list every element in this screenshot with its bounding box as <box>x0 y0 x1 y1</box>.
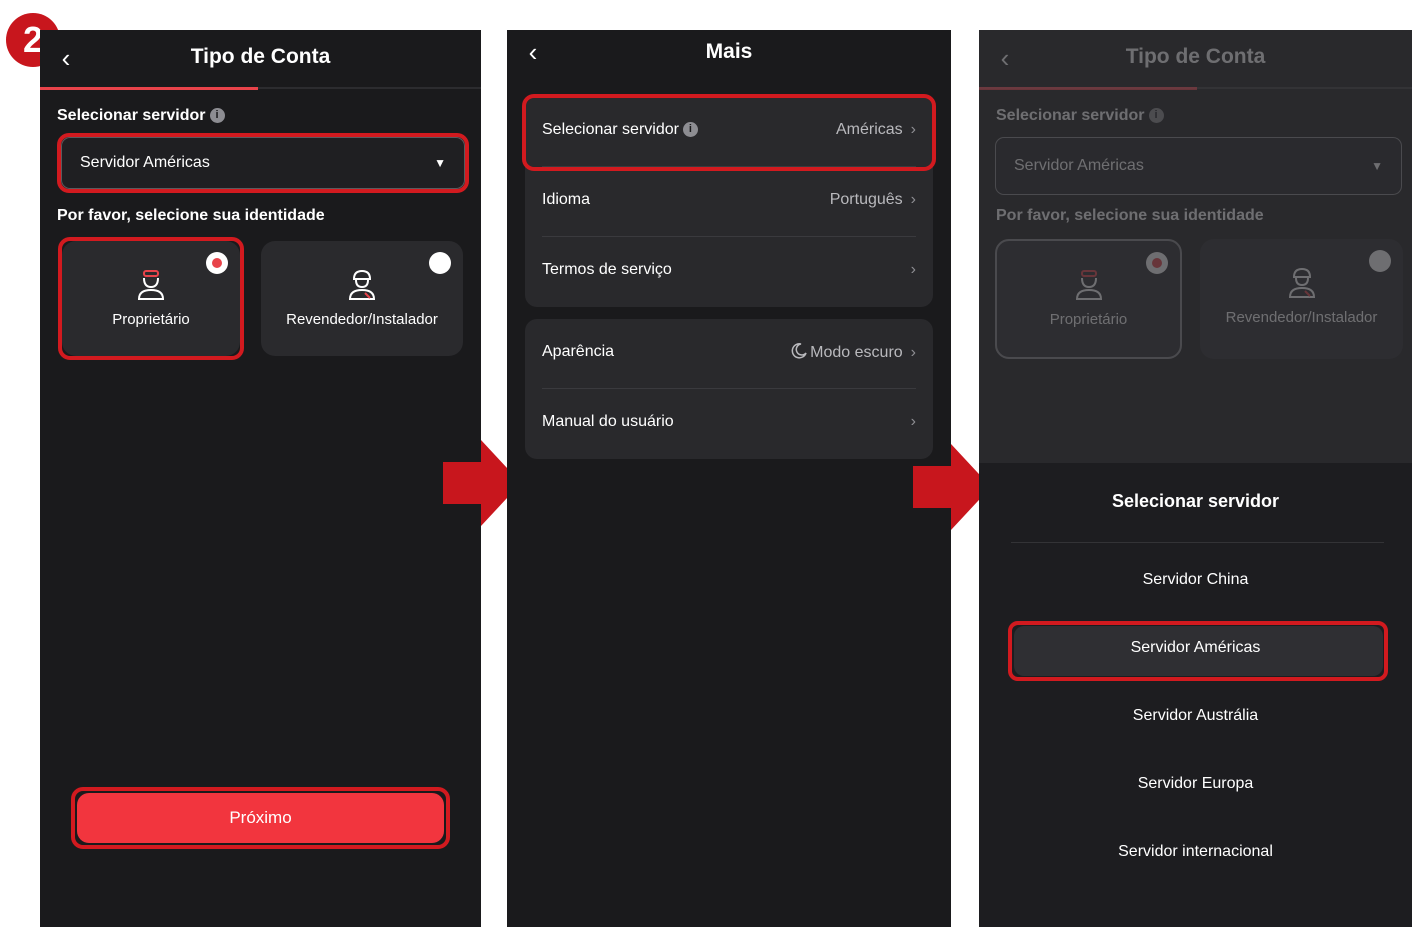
screen-more: ‹ Mais Selecionar servidor i Américas › Id… <box>507 30 951 927</box>
option-server-international[interactable]: Servidor internacional <box>979 843 1412 867</box>
chevron-right-icon: › <box>910 413 916 430</box>
row-terms[interactable]: Termos de serviço › <box>542 237 916 306</box>
reseller-radio[interactable] <box>429 252 451 274</box>
sheet-title: Selecionar servidor <box>1111 491 1280 511</box>
page-title: Tipo de Conta <box>190 45 331 68</box>
sheet-divider <box>1011 542 1384 543</box>
header: ‹ Mais <box>507 30 951 88</box>
option-server-china[interactable]: Servidor China <box>979 571 1412 595</box>
row-label: Manual do usuário <box>542 413 674 430</box>
row-label: Aparência <box>542 343 615 360</box>
row-manual[interactable]: Manual do usuário › <box>542 389 916 458</box>
option-server-australia[interactable]: Servidor Austrália <box>979 707 1412 731</box>
info-icon[interactable]: i <box>209 108 225 124</box>
header: ‹ Tipo de Conta <box>40 30 481 88</box>
highlight-box <box>1008 621 1388 681</box>
highlight-box <box>57 133 469 193</box>
highlight-box <box>71 787 450 849</box>
installer-icon <box>348 269 376 300</box>
chevron-right-icon: › <box>910 191 916 208</box>
progress-indicator <box>40 87 258 90</box>
row-label: Termos de serviço <box>542 261 672 278</box>
server-bottom-sheet: Selecionar servidor Servidor China Servi… <box>979 463 1412 927</box>
server-label: Selecionar servidor i <box>57 107 225 125</box>
moon-icon <box>791 343 807 359</box>
highlight-box <box>522 94 936 171</box>
reseller-label: Revendedor/Instalador <box>286 311 438 328</box>
row-label: Idioma <box>542 191 591 208</box>
row-appearance[interactable]: Aparência Modo escuro › <box>542 319 916 388</box>
row-language[interactable]: Idioma Português › <box>542 167 916 236</box>
screen-account-type-server-sheet: ‹ Tipo de Conta Selecionar servidor i Ser… <box>979 30 1412 927</box>
chevron-right-icon: › <box>910 344 916 361</box>
overlay-scrim[interactable] <box>979 30 1412 463</box>
page-title: Mais <box>705 40 753 63</box>
option-server-europe[interactable]: Servidor Europa <box>979 775 1412 799</box>
chevron-right-icon: › <box>910 261 916 278</box>
row-value: Português <box>829 191 903 208</box>
settings-group-2: Aparência Modo escuro › Manual do usuário… <box>525 319 933 459</box>
reseller-card[interactable]: Revendedor/Instalador <box>261 241 463 356</box>
screen-account-type: ‹ Tipo de Conta Selecionar servidor i Ser… <box>40 30 481 927</box>
row-value: Modo escuro <box>810 344 903 361</box>
highlight-box <box>58 237 244 360</box>
identity-label: Por favor, selecione sua identidade <box>57 207 325 224</box>
